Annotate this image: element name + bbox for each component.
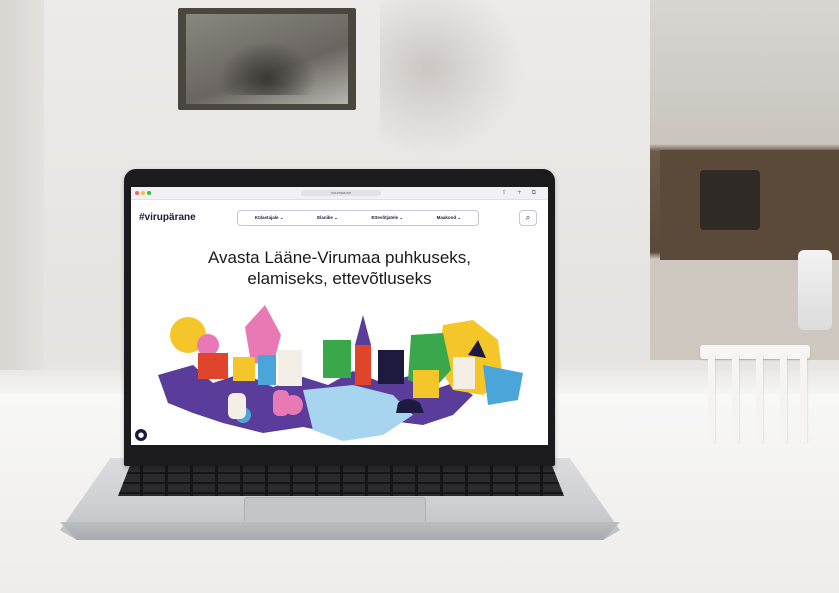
site-logo[interactable]: #virupärane [139, 212, 196, 223]
chat-icon: ● [137, 431, 145, 439]
building [278, 350, 302, 386]
building [198, 353, 228, 379]
nav-item-residents[interactable]: Elanike ⌄ [317, 215, 338, 221]
hero-headline: Avasta Lääne-Virumaa puhkuseks, elamisek… [131, 247, 548, 289]
maximize-window-icon[interactable] [147, 191, 151, 195]
wall-picture-frame [178, 8, 356, 110]
address-bar[interactable]: virumaa.ee [301, 190, 381, 196]
chat-button[interactable]: ● [135, 429, 147, 441]
nav-item-entrepreneurs[interactable]: Ettevõtjatele ⌄ [371, 215, 403, 221]
dried-branches [380, 0, 540, 170]
chair-top-rail [700, 345, 810, 359]
arch-building [228, 393, 246, 419]
browser-toolbar: virumaa.ee ⇧ + ⧉ [131, 187, 548, 200]
wall [0, 0, 44, 380]
chair-spindle [708, 355, 715, 443]
church-tower [355, 345, 371, 385]
hero-headline-line1: Avasta Lääne-Virumaa puhkuseks, [207, 248, 472, 267]
search-icon: ⌕ [525, 213, 531, 222]
county-illustration [158, 305, 523, 441]
church-spire [355, 315, 371, 345]
building [378, 350, 404, 384]
chair-spindle [732, 355, 739, 443]
building [258, 355, 276, 385]
chair-spindle [780, 355, 787, 443]
building [453, 357, 475, 389]
photo-scene: virumaa.ee ⇧ + ⧉ #virupärane Külastajale… [0, 0, 839, 593]
wall-picture [186, 14, 348, 104]
building [413, 370, 439, 398]
main-nav: Külastajale ⌄ Elanike ⌄ Ettevõtjatele ⌄ … [237, 210, 479, 226]
laptop-keyboard [118, 462, 564, 496]
laptop-front-edge [60, 522, 620, 540]
chair-spindle [800, 355, 807, 443]
laptop-trackpad [244, 497, 426, 524]
arch-building [273, 390, 289, 416]
wooden-chair [700, 345, 810, 445]
browser-action-icons[interactable]: ⇧ + ⧉ [502, 189, 540, 197]
kitchen-cabinet [660, 150, 839, 260]
pink-wheel [197, 334, 219, 356]
hero-headline-line2: elamiseks, ettevõtluseks [247, 269, 432, 288]
search-button[interactable]: ⌕ [519, 210, 537, 226]
nav-item-county[interactable]: Maakond ⌄ [437, 215, 462, 221]
close-window-icon[interactable] [135, 191, 139, 195]
building [233, 357, 255, 381]
minimize-window-icon[interactable] [141, 191, 145, 195]
chair-spindle [756, 355, 763, 443]
glass-jar [798, 250, 832, 330]
map-region-blue [483, 365, 523, 405]
laptop-screen: virumaa.ee ⇧ + ⧉ #virupärane Külastajale… [131, 187, 548, 445]
building [323, 340, 351, 378]
nav-item-visitors[interactable]: Külastajale ⌄ [255, 215, 284, 221]
